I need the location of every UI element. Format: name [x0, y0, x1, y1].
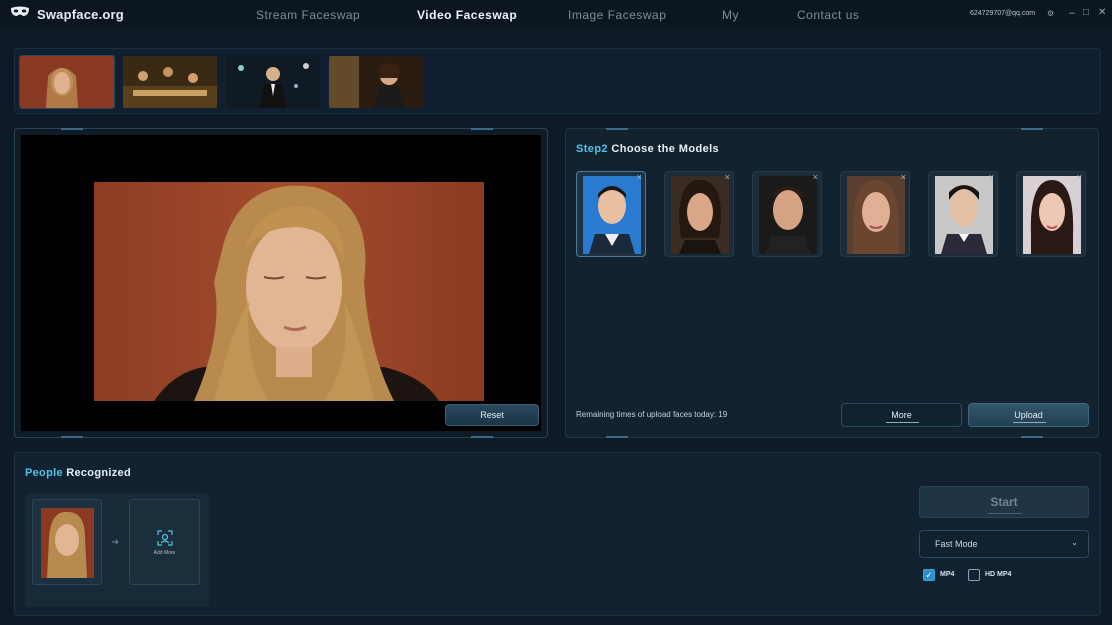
mask-logo-icon: [10, 5, 30, 23]
upload-button[interactable]: Upload: [968, 403, 1089, 427]
account-email[interactable]: 624729707@qq.com: [970, 10, 1035, 17]
model-card[interactable]: ×: [928, 171, 998, 257]
top-bar: Swapface.org Stream Faceswap Video Faces…: [0, 0, 1112, 30]
start-button[interactable]: Start: [919, 486, 1089, 518]
video-player[interactable]: Reset: [21, 135, 541, 431]
remove-model-icon[interactable]: ×: [637, 172, 642, 182]
add-more-button[interactable]: Add More: [129, 499, 200, 585]
recognized-face-card[interactable]: [32, 499, 102, 585]
people-recognized-panel: People Recognized ➜ Add More Start Fast …: [14, 452, 1101, 616]
nav-contact-us[interactable]: Contact us: [797, 8, 859, 22]
face-scan-icon: [157, 530, 173, 551]
video-preview-panel: Reset: [14, 128, 548, 438]
video-thumbnail[interactable]: [123, 56, 217, 108]
model-card[interactable]: ×: [576, 171, 646, 257]
hd-mp4-label: HD MP4: [985, 571, 1012, 578]
chevron-down-icon: ⌄: [1071, 538, 1078, 547]
maximize-icon[interactable]: □: [1083, 7, 1089, 18]
app-title: Swapface.org: [37, 6, 124, 22]
remove-model-icon[interactable]: ×: [813, 172, 818, 182]
mp4-label: MP4: [940, 571, 955, 578]
video-thumbnail[interactable]: [226, 56, 320, 108]
video-frame: [94, 182, 484, 401]
video-thumbnail-strip: [14, 48, 1101, 114]
video-thumbnail[interactable]: [19, 55, 115, 109]
model-card[interactable]: ×: [1016, 171, 1086, 257]
remove-model-icon[interactable]: ×: [901, 172, 906, 182]
remove-model-icon[interactable]: ×: [725, 172, 730, 182]
model-card[interactable]: ×: [664, 171, 734, 257]
video-thumbnail[interactable]: [329, 56, 423, 108]
remove-model-icon[interactable]: ×: [989, 172, 994, 182]
model-card[interactable]: ×: [840, 171, 910, 257]
choose-models-panel: Step2 Choose the Models × × × × × × Rema…: [565, 128, 1099, 438]
nav-stream-faceswap[interactable]: Stream Faceswap: [256, 8, 360, 22]
model-card[interactable]: ×: [752, 171, 822, 257]
remove-model-icon[interactable]: ×: [1077, 172, 1082, 182]
step2-title: Step2 Choose the Models: [576, 143, 720, 155]
more-button[interactable]: More: [841, 403, 962, 427]
nav-my[interactable]: My: [722, 8, 739, 22]
nav-video-faceswap[interactable]: Video Faceswap: [417, 8, 517, 22]
nav-image-faceswap[interactable]: Image Faceswap: [568, 8, 666, 22]
mode-select[interactable]: Fast Mode ⌄: [919, 530, 1089, 558]
close-icon[interactable]: ✕: [1098, 7, 1106, 18]
brand[interactable]: Swapface.org: [10, 5, 124, 23]
arrow-right-icon: ➜: [111, 537, 120, 548]
recognized-faces-area: ➜ Add More: [25, 493, 209, 607]
settings-icon[interactable]: ⚙: [1047, 9, 1054, 18]
minimize-icon[interactable]: –: [1069, 7, 1075, 19]
people-recognized-title: People Recognized: [25, 467, 131, 479]
reset-button[interactable]: Reset: [445, 404, 539, 426]
hd-mp4-checkbox[interactable]: [968, 569, 980, 581]
remaining-upload-text: Remaining times of upload faces today: 1…: [576, 410, 728, 419]
mp4-checkbox[interactable]: ✓: [923, 569, 935, 581]
